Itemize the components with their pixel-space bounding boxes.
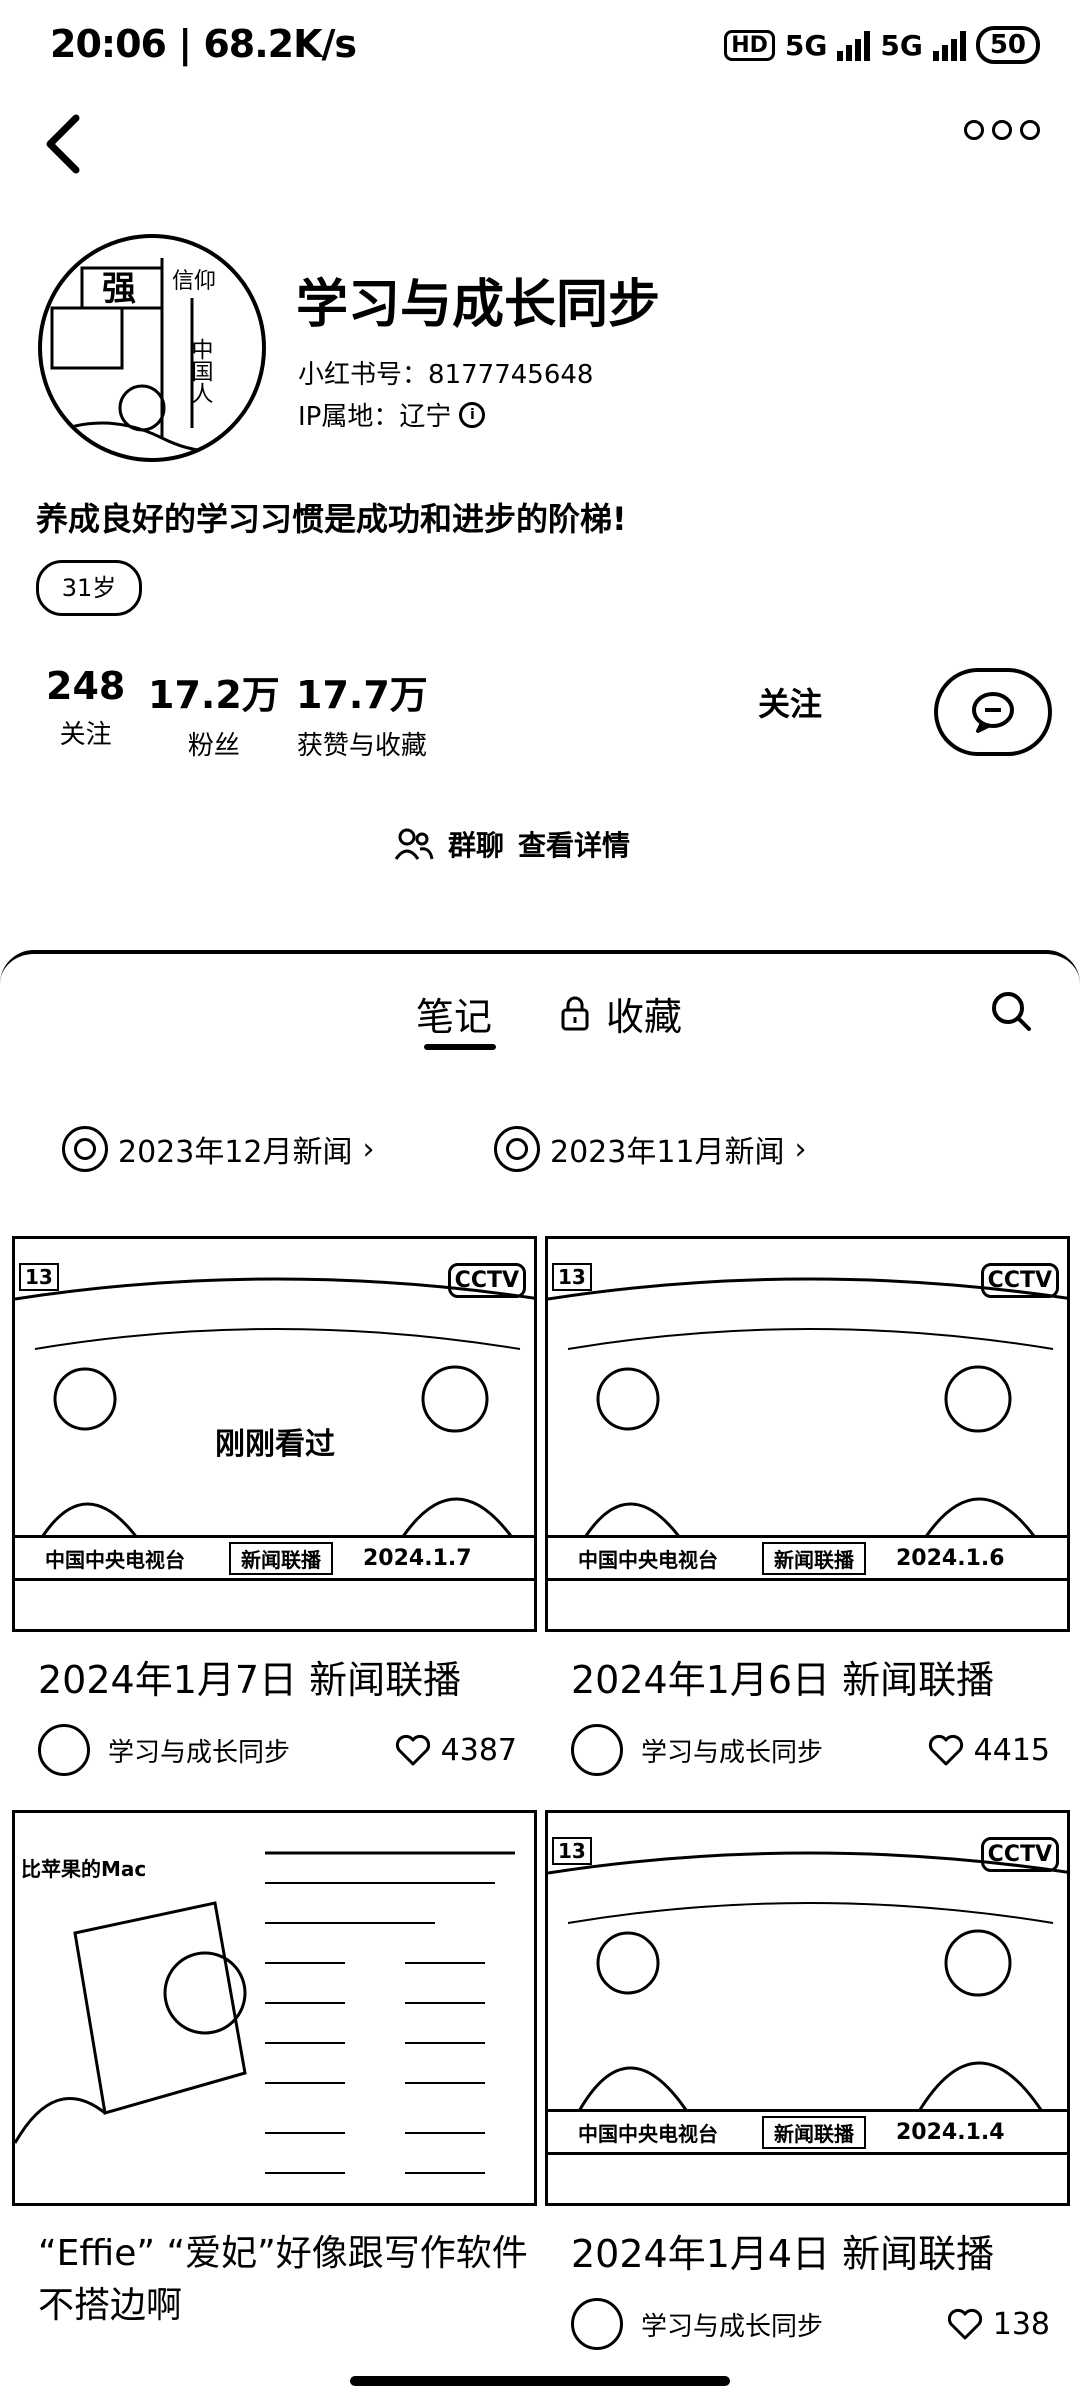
collection-dec-2023[interactable]: 2023年12月新闻 › xyxy=(62,1126,375,1172)
group-chat-label: 群聊 xyxy=(448,829,505,862)
avatar-char-1: 强 xyxy=(102,269,136,309)
author-avatar[interactable] xyxy=(571,1724,623,1776)
heart-icon xyxy=(395,1734,430,1766)
chat-bubble-icon xyxy=(972,692,1014,733)
author-avatar[interactable] xyxy=(571,2298,623,2350)
cctv-logo: CCTV xyxy=(447,1263,526,1298)
age-tag: 31岁 xyxy=(36,560,142,616)
channel-number-badge: 13 xyxy=(19,1263,59,1291)
stat-following[interactable]: 248 关注 xyxy=(46,664,125,751)
heart-icon xyxy=(928,1734,963,1766)
message-button[interactable] xyxy=(934,668,1052,756)
collection-icon xyxy=(494,1126,540,1172)
news-banner: 中国中央电视台 新闻联播 2024.1.4 xyxy=(548,2109,1067,2155)
more-options-icon[interactable] xyxy=(964,120,1040,140)
tab-bar: 笔记 收藏 xyxy=(0,978,1080,1068)
home-indicator[interactable] xyxy=(350,2376,730,2386)
user-id[interactable]: 小红书号：8177745648 xyxy=(298,354,593,391)
like-button[interactable]: 4415 xyxy=(928,1733,1050,1768)
note-thumbnail: 13 CCTV 中国中央电视台 新闻联播 2024.1.4 xyxy=(545,1810,1070,2206)
avatar[interactable]: 强 信仰 中国人 xyxy=(38,234,266,462)
signal-icon xyxy=(837,29,871,61)
note-card[interactable]: 13 CCTV 刚刚看过 中国中央电视台 新闻联播 2024.1.7 2024年… xyxy=(12,1236,537,1776)
search-icon[interactable] xyxy=(990,990,1032,1032)
cctv-logo: CCTV xyxy=(980,1263,1059,1298)
chevron-right-icon: › xyxy=(794,1131,807,1167)
view-detail-label: 查看详情 xyxy=(518,829,631,862)
group-icon xyxy=(394,828,434,860)
status-time-speed: 20:06 | 68.2K/s xyxy=(50,22,357,66)
author-name[interactable]: 学习与成长同步 xyxy=(641,1732,823,1769)
info-icon[interactable]: i xyxy=(459,401,486,428)
news-banner: 中国中央电视台 新闻联播 2024.1.7 xyxy=(15,1535,534,1581)
author-name[interactable]: 学习与成长同步 xyxy=(641,2306,823,2343)
recently-viewed-badge: 刚刚看过 xyxy=(215,1419,335,1463)
lock-icon xyxy=(561,996,589,1030)
network-5g-label: 5G xyxy=(784,28,828,62)
note-meta: 学习与成长同步 138 xyxy=(545,2298,1070,2350)
network-5g-label-2: 5G xyxy=(880,28,923,62)
hd-icon: HD xyxy=(724,29,775,61)
bio: 养成良好的学习习惯是成功和进步的阶梯! xyxy=(36,500,627,538)
follow-button[interactable]: 关注 xyxy=(690,672,890,736)
author-name[interactable]: 学习与成长同步 xyxy=(108,1732,290,1769)
heart-icon xyxy=(947,2308,982,2340)
note-title: 2024年1月7日 新闻联播 xyxy=(38,1658,462,1702)
like-button[interactable]: 4387 xyxy=(395,1733,517,1768)
status-right: HD 5G 5G 50 xyxy=(724,26,1040,64)
stat-followers[interactable]: 17.2万 粉丝 xyxy=(148,664,280,762)
back-arrow-icon[interactable] xyxy=(36,104,96,184)
note-meta: 学习与成长同步 4387 xyxy=(12,1724,537,1776)
signal-icon-2 xyxy=(932,29,966,61)
avatar-char-2: 信仰 xyxy=(172,269,216,294)
collection-icon xyxy=(62,1126,108,1172)
channel-number-badge: 13 xyxy=(552,1837,592,1865)
note-thumbnail: 13 CCTV 刚刚看过 中国中央电视台 新闻联播 2024.1.7 xyxy=(12,1236,537,1632)
note-thumbnail: 13 CCTV 中国中央电视台 新闻联播 2024.1.6 xyxy=(545,1236,1070,1632)
stat-likes-collects[interactable]: 17.7万 获赞与收藏 xyxy=(296,664,428,762)
note-title: 2024年1月4日 新闻联播 xyxy=(571,2232,995,2276)
note-card[interactable]: 比苹果的Mac “Effie” “爱妃”好像跟写作软件不搭边啊 xyxy=(12,1810,537,2332)
tab-active-indicator xyxy=(424,1044,496,1050)
group-chat-link[interactable]: 群聊 查看详情 xyxy=(394,824,630,864)
channel-number-badge: 13 xyxy=(552,1263,592,1291)
cctv-logo: CCTV xyxy=(980,1837,1059,1872)
note-title: 2024年1月6日 新闻联播 xyxy=(571,1658,995,1702)
status-bar: 20:06 | 68.2K/s HD 5G 5G 50 xyxy=(0,0,1080,100)
news-banner: 中国中央电视台 新闻联播 2024.1.6 xyxy=(548,1535,1067,1581)
tab-collect[interactable]: 收藏 xyxy=(560,986,682,1041)
note-thumbnail: 比苹果的Mac xyxy=(12,1810,537,2206)
avatar-char-3: 中国人 xyxy=(188,338,214,404)
chevron-right-icon: › xyxy=(362,1131,375,1167)
tab-notes[interactable]: 笔记 xyxy=(416,986,492,1041)
battery-icon: 50 xyxy=(975,26,1040,64)
note-title: “Effie” “爱妃”好像跟写作软件不搭边啊 xyxy=(38,2233,528,2326)
ip-location[interactable]: IP属地：辽宁 i xyxy=(298,396,486,433)
note-card[interactable]: 13 CCTV 中国中央电视台 新闻联播 2024.1.4 2024年1月4日 … xyxy=(545,1810,1070,2350)
like-button[interactable]: 138 xyxy=(947,2307,1050,2342)
note-meta: 学习与成长同步 4415 xyxy=(545,1724,1070,1776)
collection-nov-2023[interactable]: 2023年11月新闻 › xyxy=(494,1126,807,1172)
note-card[interactable]: 13 CCTV 中国中央电视台 新闻联播 2024.1.6 2024年1月6日 … xyxy=(545,1236,1070,1776)
author-avatar[interactable] xyxy=(38,1724,90,1776)
nickname: 学习与成长同步 xyxy=(296,275,661,335)
